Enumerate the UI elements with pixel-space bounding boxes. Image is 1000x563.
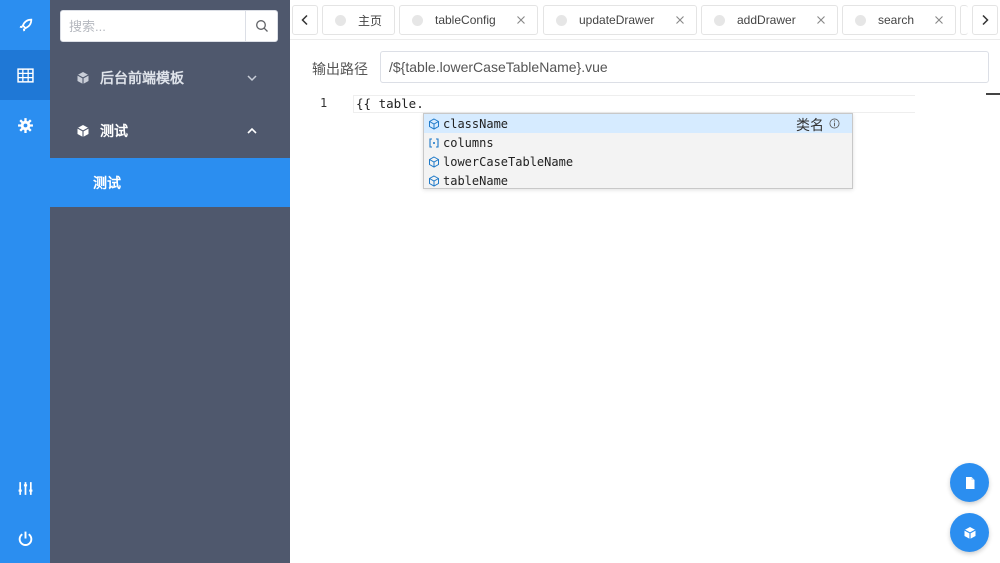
grid-icon — [16, 67, 34, 83]
search-button[interactable] — [245, 11, 277, 41]
chevron-right-icon — [982, 14, 989, 26]
close-icon[interactable] — [674, 14, 686, 26]
sidebar-submenu-test[interactable]: 测试 — [50, 158, 290, 207]
tab-home[interactable]: 主页 — [322, 5, 395, 35]
close-icon[interactable] — [515, 14, 527, 26]
tab-status-dot — [412, 14, 423, 26]
tab-label: addDrawer — [737, 13, 796, 27]
tab-status-dot — [714, 14, 725, 26]
rail-power-button[interactable] — [0, 513, 50, 563]
line-number: 1 — [320, 96, 328, 110]
rail-grid-button[interactable] — [0, 50, 50, 100]
tab-label: search — [878, 13, 915, 27]
sidebar-submenu-label: 测试 — [93, 174, 121, 191]
tab-label: updateDrawer — [579, 13, 655, 27]
sidebar: 后台前端模板 测试 测试 — [50, 0, 290, 563]
tab-updatedrawer[interactable]: updateDrawer — [543, 5, 697, 35]
search-icon — [255, 20, 268, 32]
file-icon — [965, 476, 974, 489]
close-icon[interactable] — [933, 14, 945, 26]
tab-overflow-edge — [960, 5, 968, 35]
fab-file-button[interactable] — [950, 463, 989, 502]
suggestion-label: tableName — [443, 173, 509, 188]
chevron-up-icon — [247, 127, 257, 134]
search-input[interactable] — [61, 11, 245, 41]
power-icon — [18, 531, 32, 546]
tabs-scroll-left-button[interactable] — [292, 5, 318, 35]
suggestion-label: columns — [443, 135, 494, 150]
rail-settings-button[interactable] — [0, 100, 50, 150]
suggestion-detail: 类名 — [796, 117, 824, 133]
sidebar-menu-frontend-template[interactable]: 后台前端模板 — [50, 51, 290, 105]
suggestion-label: lowerCaseTableName — [443, 154, 574, 169]
sliders-icon — [18, 481, 32, 495]
cube-icon — [77, 125, 89, 137]
tab-status-dot — [855, 14, 866, 26]
output-path-input[interactable] — [380, 51, 989, 83]
rocket-icon — [19, 18, 32, 31]
close-icon[interactable] — [815, 14, 827, 26]
property-icon — [429, 117, 439, 130]
rail-sliders-button[interactable] — [0, 463, 50, 513]
tab-status-dot — [335, 14, 346, 26]
fab-cube-button[interactable] — [950, 513, 989, 552]
editor-scrollbar-marker[interactable] — [986, 93, 1000, 95]
info-icon[interactable] — [829, 118, 840, 129]
tab-label: 主页 — [358, 13, 383, 28]
tabs-scroll-right-button[interactable] — [972, 5, 998, 35]
tab-tableconfig[interactable]: tableConfig — [399, 5, 538, 35]
icon-rail — [0, 0, 50, 563]
array-icon — [429, 137, 439, 148]
chevron-left-icon — [301, 14, 308, 26]
output-path-label: 输出路径 — [312, 61, 368, 77]
sidebar-menu-label: 测试 — [100, 123, 128, 139]
suggestion-item-columns[interactable]: columns — [424, 133, 852, 152]
suggestion-item-tablename[interactable]: tableName — [424, 171, 852, 190]
cube-icon — [963, 526, 976, 539]
sidebar-search — [60, 10, 278, 42]
autocomplete-suggestions: className 类名 columns lowerCaseTableName … — [423, 113, 853, 189]
suggestion-item-classname[interactable]: className 类名 — [424, 114, 852, 133]
tab-label: tableConfig — [435, 13, 496, 27]
tabs-bar: 主页 tableConfig updateDrawer addDrawer se… — [290, 0, 1000, 40]
gear-icon — [17, 117, 33, 133]
tab-search[interactable]: search — [842, 5, 956, 35]
tab-status-dot — [556, 14, 567, 26]
rail-rocket-button[interactable] — [0, 0, 50, 50]
sidebar-menu-test[interactable]: 测试 — [50, 104, 290, 158]
suggestion-item-lowercasetablename[interactable]: lowerCaseTableName — [424, 152, 852, 171]
sidebar-menu-label: 后台前端模板 — [100, 70, 184, 86]
suggestion-label: className — [443, 116, 509, 131]
tab-adddrawer[interactable]: addDrawer — [701, 5, 838, 35]
cube-icon — [77, 72, 89, 84]
property-icon — [429, 174, 439, 187]
code-line[interactable]: {{ table. — [353, 95, 915, 113]
chevron-down-icon — [247, 75, 257, 82]
property-icon — [429, 155, 439, 168]
